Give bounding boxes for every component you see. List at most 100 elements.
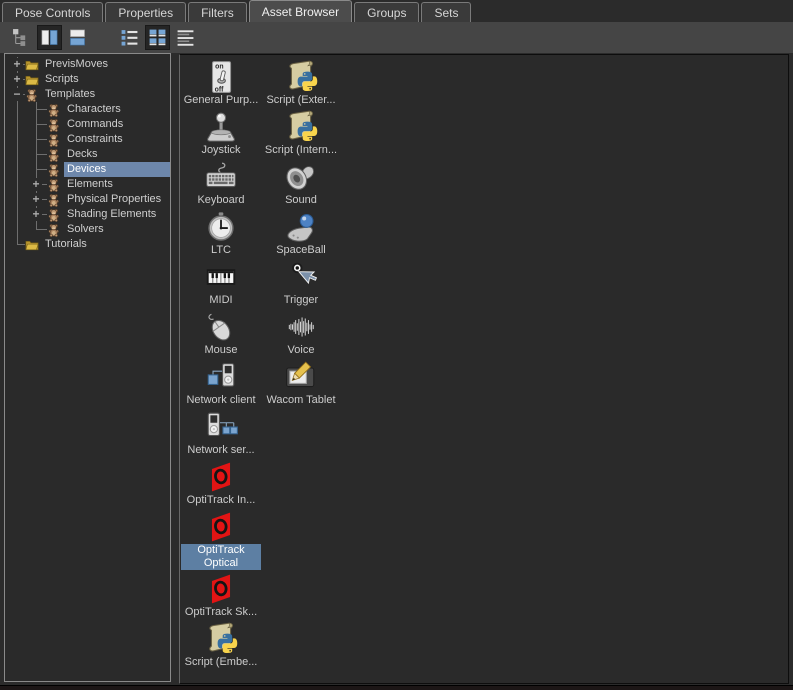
treeview-icon: [12, 28, 31, 47]
tree-item-label: PrevisMoves: [42, 57, 111, 72]
expander-expand-icon[interactable]: +: [11, 58, 23, 71]
svg-text:on: on: [215, 64, 223, 71]
tree-guide-line: [10, 207, 25, 222]
asset-item-voice[interactable]: Voice: [261, 308, 341, 358]
large-icons-icon: [148, 28, 167, 47]
toolbar: [0, 22, 793, 53]
toolbar-button-split-horizontal[interactable]: [65, 25, 90, 50]
network-client-icon: [204, 360, 238, 394]
asset-item-keyboard[interactable]: Keyboard: [181, 158, 261, 208]
tree-item-label: Solvers: [64, 222, 107, 237]
asset-item-label: Sound: [284, 194, 318, 207]
asset-item-label: Wacom Tablet: [265, 394, 336, 407]
tab-pose-controls[interactable]: Pose Controls: [2, 2, 103, 22]
asset-item-label: LTC: [210, 244, 232, 257]
tree-item-decks[interactable]: Decks: [5, 147, 170, 162]
toolbar-button-details-view[interactable]: [173, 25, 198, 50]
template-icon: [47, 208, 62, 222]
tree-item-label: Decks: [64, 147, 101, 162]
tab-properties[interactable]: Properties: [105, 2, 186, 22]
tree-item-shading-elements[interactable]: +Shading Elements: [5, 207, 170, 222]
template-icon: [25, 88, 40, 102]
template-icon: [47, 118, 62, 132]
asset-item-trigger[interactable]: Trigger: [261, 258, 341, 308]
asset-item-script-intern[interactable]: Script (Intern...: [261, 108, 341, 158]
tree-item-scripts[interactable]: + Scripts: [5, 72, 170, 87]
asset-item-optitrack-sk[interactable]: OptiTrack Sk...: [181, 570, 261, 620]
asset-item-spaceball[interactable]: SpaceBall: [261, 208, 341, 258]
tree-item-templates[interactable]: − Templates: [5, 87, 170, 102]
asset-item-optitrack-optical[interactable]: OptiTrack Optical: [181, 508, 261, 570]
asset-item-network-ser[interactable]: Network ser...: [181, 408, 261, 458]
tree-connector: +: [10, 57, 25, 72]
mouse-icon: [204, 310, 238, 344]
clock-icon: [204, 210, 238, 244]
tab-groups[interactable]: Groups: [354, 2, 419, 22]
tree-item-label: Elements: [64, 177, 116, 192]
tree-item-commands[interactable]: Commands: [5, 117, 170, 132]
tree-item-characters[interactable]: Characters: [5, 102, 170, 117]
asset-item-midi[interactable]: MIDI: [181, 258, 261, 308]
tab-sets[interactable]: Sets: [421, 2, 471, 22]
tree-item-devices[interactable]: Devices: [5, 162, 170, 177]
keyboard-icon: [204, 160, 238, 194]
optitrack-icon: [204, 460, 238, 494]
tree-guide-line: [10, 192, 25, 207]
tree-connector: +: [25, 192, 47, 207]
asset-item-ltc[interactable]: LTC: [181, 208, 261, 258]
asset-item-optitrack-in[interactable]: OptiTrack In...: [181, 458, 261, 508]
asset-item-label: OptiTrack Sk...: [184, 606, 258, 619]
expander-collapse-icon[interactable]: −: [11, 88, 23, 101]
expander-expand-icon[interactable]: +: [30, 193, 42, 206]
tree-item-physical-properties[interactable]: +Physical Properties: [5, 192, 170, 207]
tree-connector: −: [10, 87, 25, 102]
asset-item-sound[interactable]: Sound: [261, 158, 341, 208]
template-icon: [47, 103, 62, 117]
asset-item-label: Keyboard: [196, 194, 245, 207]
asset-item-label: Mouse: [203, 344, 238, 357]
toolbar-button-list-view[interactable]: [117, 25, 142, 50]
python-script-icon: [204, 622, 238, 656]
wacom-tablet-icon: [284, 360, 318, 394]
asset-item-joystick[interactable]: Joystick: [181, 108, 261, 158]
panel-splitter[interactable]: [171, 53, 179, 682]
expander-expand-icon[interactable]: +: [30, 178, 42, 191]
tree-item-elements[interactable]: + Elements: [5, 177, 170, 192]
toolbar-button-split-vertical[interactable]: [37, 25, 62, 50]
tree-item-solvers[interactable]: Solvers: [5, 222, 170, 237]
template-icon: [47, 163, 62, 177]
joystick-icon: [204, 110, 238, 144]
asset-item-script-embe[interactable]: Script (Embe...: [181, 620, 261, 670]
asset-item-label: General Purp...: [183, 94, 260, 107]
asset-item-script-exter[interactable]: Script (Exter...: [261, 58, 341, 108]
asset-item-general-purp[interactable]: onoffGeneral Purp...: [181, 58, 261, 108]
tree-item-prevismoves[interactable]: + PrevisMoves: [5, 57, 170, 72]
asset-item-mouse[interactable]: Mouse: [181, 308, 261, 358]
tree-connector: [25, 102, 47, 117]
toolbar-button-large-icons-view[interactable]: [145, 25, 170, 50]
asset-item-label: SpaceBall: [275, 244, 327, 257]
tree-item-label: Scripts: [42, 72, 82, 87]
tree-item-label: Constraints: [64, 132, 126, 147]
tree-connector: [25, 117, 47, 132]
asset-item-network-client[interactable]: Network client: [181, 358, 261, 408]
template-icon: [47, 133, 62, 147]
tab-asset-browser[interactable]: Asset Browser: [249, 0, 352, 22]
asset-panel: onoffGeneral Purp...JoystickKeyboardLTCM…: [179, 54, 789, 684]
expander-expand-icon[interactable]: +: [11, 73, 23, 86]
optitrack-icon: [204, 572, 238, 606]
tab-filters[interactable]: Filters: [188, 2, 247, 22]
tree-item-label: Templates: [42, 87, 98, 102]
tree-item-label: Devices: [64, 162, 170, 177]
tree-item-tutorials[interactable]: Tutorials: [5, 237, 170, 252]
tree-connector: [25, 222, 47, 237]
toolbar-button-tree-toggle[interactable]: [9, 25, 34, 50]
expander-expand-icon[interactable]: +: [30, 208, 42, 221]
switch-icon: onoff: [204, 60, 238, 94]
asset-item-label: Script (Exter...: [265, 94, 336, 107]
tree-item-constraints[interactable]: Constraints: [5, 132, 170, 147]
spaceball-icon: [284, 210, 318, 244]
voice-icon: [284, 310, 318, 344]
asset-item-wacom-tablet[interactable]: Wacom Tablet: [261, 358, 341, 408]
tree-guide-line: [10, 102, 25, 117]
